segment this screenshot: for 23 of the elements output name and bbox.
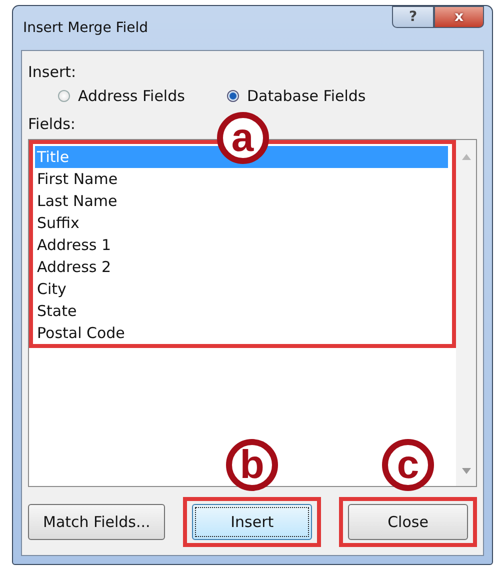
window-title: Insert Merge Field [22, 20, 148, 36]
fields-label: Fields: [28, 115, 76, 133]
list-item[interactable]: Address 1 [35, 234, 448, 256]
radio-icon[interactable] [58, 90, 70, 102]
radio-option[interactable]: Address Fields [58, 87, 185, 105]
scrollbar[interactable] [456, 140, 476, 486]
radio-icon[interactable] [226, 90, 239, 102]
callout-marker: a [216, 112, 268, 164]
list-item[interactable]: Last Name [35, 190, 448, 212]
scroll-down-icon[interactable] [462, 468, 470, 474]
dialog-button[interactable]: Match Fields... [28, 504, 166, 540]
list-item[interactable]: Postal Code [35, 322, 448, 344]
radio-label: Address Fields [78, 87, 185, 105]
list-item[interactable]: Suffix [35, 212, 448, 234]
list-item[interactable]: State [35, 300, 448, 322]
dialog-button[interactable]: Insert [192, 504, 312, 540]
insert-label: Insert: [28, 63, 76, 81]
list-item[interactable]: City [35, 278, 448, 300]
scroll-up-icon[interactable] [462, 154, 470, 160]
list-item[interactable]: Address 2 [35, 256, 448, 278]
list-item[interactable]: First Name [35, 168, 448, 190]
dialog-button[interactable]: Close [348, 504, 468, 540]
help-button[interactable]: ? [392, 6, 434, 28]
